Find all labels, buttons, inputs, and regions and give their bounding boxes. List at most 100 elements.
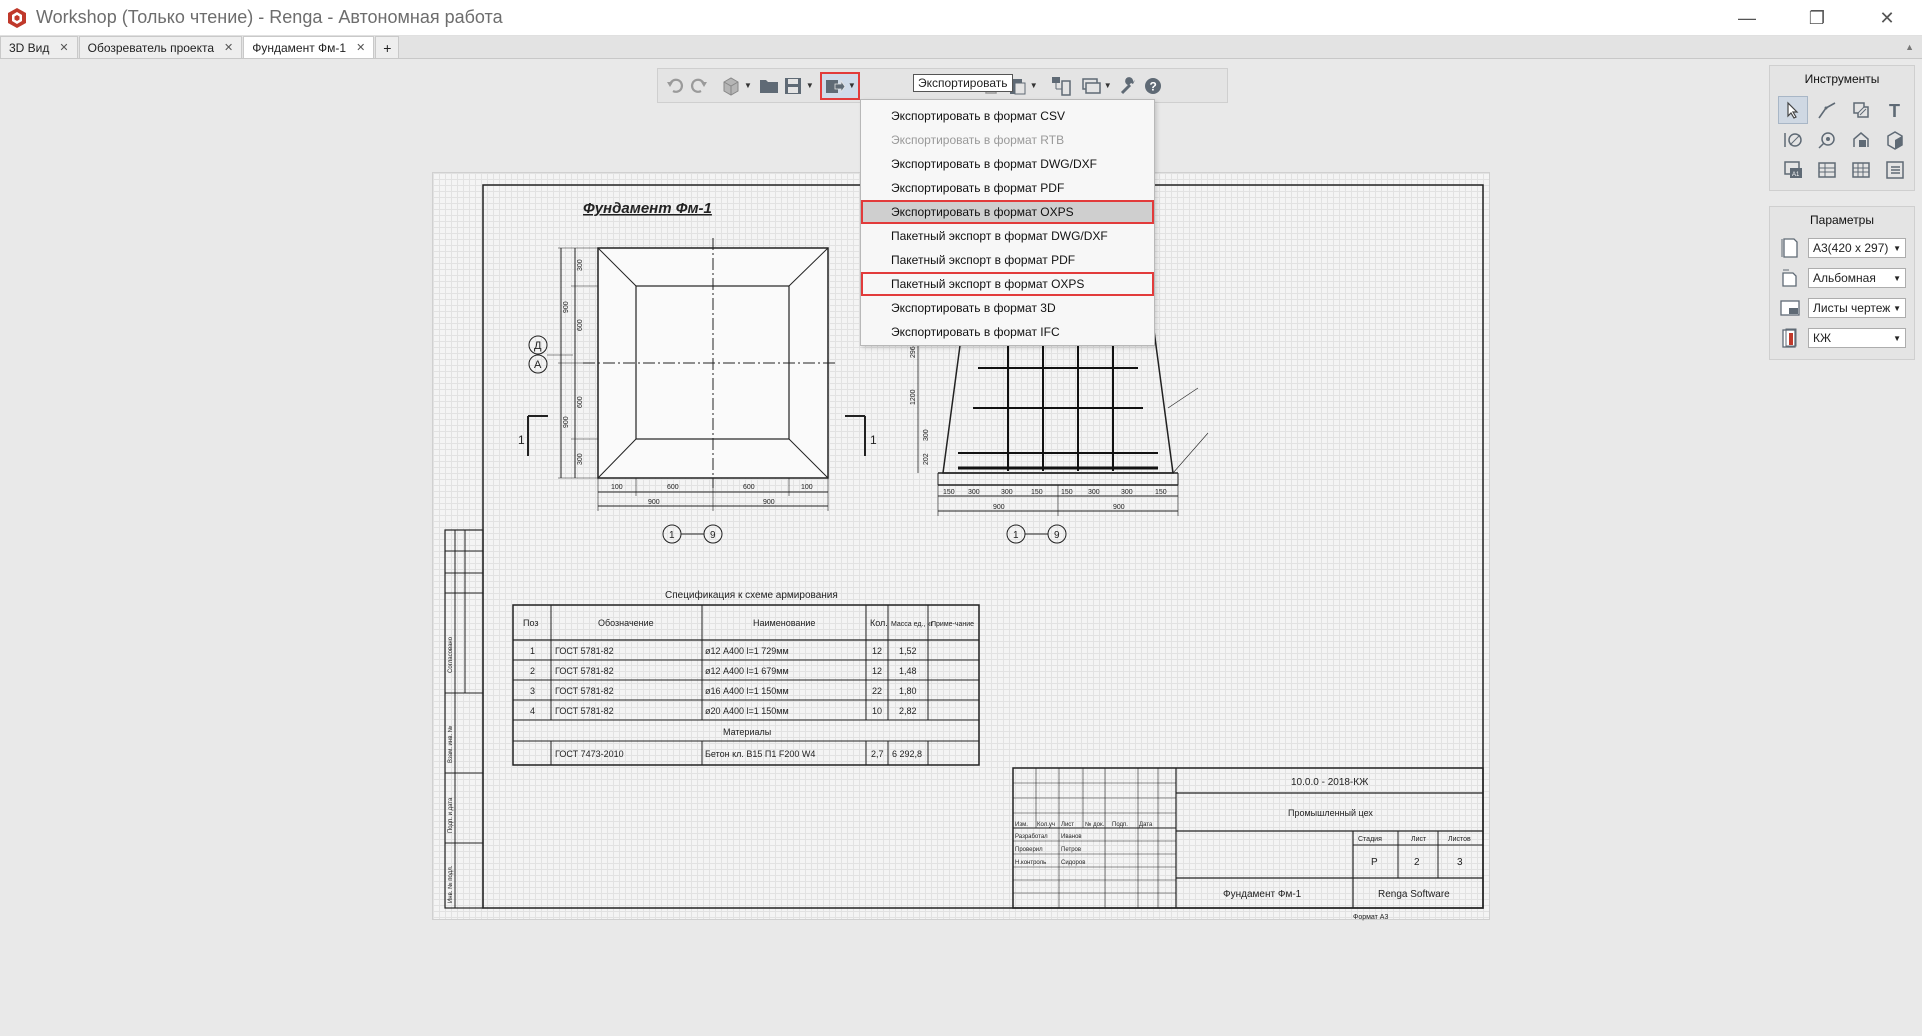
stamp-header: Стадия <box>1358 836 1382 843</box>
dim-label: 100 <box>801 484 813 491</box>
settings-button[interactable] <box>1118 72 1140 100</box>
box-3d-icon <box>1887 131 1903 150</box>
menu-item-export-csv[interactable]: Экспортировать в формат CSV <box>861 104 1154 128</box>
stamp-value: 2 <box>1414 857 1420 868</box>
dim-label: 150 <box>943 489 955 496</box>
orientation-select[interactable]: Альбомная ▼ <box>1808 268 1906 288</box>
param-format: А3(420 x 297) ▼ <box>1770 233 1914 263</box>
strip-label: Согласовано <box>448 636 454 673</box>
sheet-type-icon <box>1778 297 1802 319</box>
bar-range-start: 1 <box>669 530 675 541</box>
view-3d-tool[interactable] <box>1880 126 1910 154</box>
stamp-tool[interactable]: A1 <box>1778 156 1808 184</box>
save-dropdown-icon[interactable]: ▼ <box>806 81 814 90</box>
minimize-button[interactable]: — <box>1712 0 1782 36</box>
svg-text:A1: A1 <box>1792 172 1800 178</box>
tabs-scroll-icon[interactable]: ▲ <box>1905 42 1914 52</box>
hatch-tool[interactable] <box>1846 96 1876 124</box>
menu-item-export-3d[interactable]: Экспортировать в формат 3D <box>861 296 1154 320</box>
stamp-select[interactable]: КЖ ▼ <box>1808 328 1906 348</box>
spec-cell: ГОСТ 5781-82 <box>555 686 614 696</box>
format-select[interactable]: А3(420 x 297) ▼ <box>1808 238 1906 258</box>
views-dropdown-icon[interactable]: ▼ <box>1104 81 1112 90</box>
bar-range-end: 9 <box>710 530 716 541</box>
section-mark-label: 1 <box>870 433 877 447</box>
text-icon: T <box>1889 101 1900 120</box>
spec-cell: ГОСТ 7473-2010 <box>555 749 624 759</box>
tab-close-icon[interactable]: ✕ <box>59 41 68 54</box>
stamp-code: 10.0.0 - 2018-КЖ <box>1291 777 1369 788</box>
leader-tool[interactable] <box>1812 126 1842 154</box>
menu-item-export-dwg[interactable]: Экспортировать в формат DWG/DXF <box>861 152 1154 176</box>
elevation-tool[interactable] <box>1846 126 1876 154</box>
bar-range-end: 9 <box>1054 530 1060 541</box>
export-button[interactable]: ▼ <box>819 71 860 100</box>
stamp-col-label: Лист <box>1061 822 1074 828</box>
chevron-down-icon: ▼ <box>1893 243 1901 253</box>
hatch-icon <box>1853 102 1869 118</box>
list-tool[interactable] <box>1880 156 1910 184</box>
view-dropdown-icon[interactable]: ▼ <box>744 81 752 90</box>
add-tab-button[interactable]: + <box>375 36 400 58</box>
stamp-col-label: № док. <box>1085 821 1105 828</box>
stamp-icon <box>1778 327 1802 349</box>
menu-item-batch-pdf[interactable]: Пакетный экспорт в формат PDF <box>861 248 1154 272</box>
tab-3d-view[interactable]: 3D Вид ✕ <box>0 36 78 58</box>
line-tool[interactable] <box>1812 96 1842 124</box>
close-button[interactable]: ✕ <box>1852 0 1922 36</box>
spec-cell: 6 292,8 <box>892 749 922 759</box>
menu-item-export-ifc[interactable]: Экспортировать в формат IFC <box>861 320 1154 344</box>
tab-close-icon[interactable]: ✕ <box>224 41 233 54</box>
list-icon <box>1886 161 1904 179</box>
undo-button[interactable] <box>664 72 686 100</box>
workspace: Согласовано Взам. инв. № Подп. и дата Ин… <box>0 59 1922 1036</box>
undo-icon <box>667 78 684 93</box>
close-icon: ✕ <box>1879 7 1895 28</box>
document-tabs: 3D Вид ✕ Обозреватель проекта ✕ Фундамен… <box>0 36 1922 59</box>
title-block: Изм. Кол.уч Лист № док. Подп. Дата Разра… <box>1012 767 1484 921</box>
stamp-company: Renga Software <box>1378 889 1450 900</box>
menu-item-export-pdf[interactable]: Экспортировать в формат PDF <box>861 176 1154 200</box>
menu-item-export-rtb[interactable]: Экспортировать в формат RTB <box>861 128 1154 152</box>
select-tool[interactable] <box>1778 96 1808 124</box>
stamp-col-label: Подп. <box>1112 822 1128 828</box>
dim-label: 900 <box>563 301 570 313</box>
menu-item-batch-oxps[interactable]: Пакетный экспорт в формат OXPS <box>861 272 1154 296</box>
stamp-role: Н.контроль <box>1015 860 1046 866</box>
spec-cell: 4 <box>530 706 535 716</box>
tab-close-icon[interactable]: ✕ <box>356 41 365 54</box>
help-button[interactable]: ? <box>1142 72 1164 100</box>
menu-item-batch-dwg[interactable]: Пакетный экспорт в формат DWG/DXF <box>861 224 1154 248</box>
drawing-title: Фундамент Фм-1 <box>583 200 712 217</box>
dimension-tool[interactable] <box>1778 126 1808 154</box>
view-cube-button[interactable] <box>720 72 742 100</box>
dim-label: 202 <box>923 453 930 465</box>
dim-label: 900 <box>763 499 775 506</box>
schedule-tool[interactable] <box>1846 156 1876 184</box>
spec-header: Наименование <box>753 618 815 628</box>
tab-project-explorer[interactable]: Обозреватель проекта ✕ <box>78 36 243 58</box>
spec-cell: 1,52 <box>899 646 917 656</box>
specification-table: Спецификация к схеме армирования Поз Обо… <box>512 589 980 766</box>
paste-dropdown-icon[interactable]: ▼ <box>1030 81 1038 90</box>
menu-item-export-oxps[interactable]: Экспортировать в формат OXPS <box>861 200 1154 224</box>
param-sheet-type: Листы чертеж ▼ <box>1770 293 1914 323</box>
redo-button[interactable] <box>688 72 710 100</box>
text-tool[interactable]: T <box>1880 96 1910 124</box>
foundation-section: 296 1200 300 202 150 300 300 150 150 300… <box>910 322 1209 544</box>
export-icon <box>825 79 846 93</box>
maximize-button[interactable]: ❐ <box>1782 0 1852 36</box>
table-tool[interactable] <box>1812 156 1842 184</box>
dim-label: 300 <box>1001 489 1013 496</box>
bar-range-start: 1 <box>1013 530 1019 541</box>
tab-foundation-drawing[interactable]: Фундамент Фм-1 ✕ <box>243 36 375 58</box>
views-button[interactable] <box>1080 72 1102 100</box>
open-button[interactable] <box>758 72 780 100</box>
table-icon <box>1818 162 1836 178</box>
save-button[interactable] <box>782 72 804 100</box>
sheet-type-select[interactable]: Листы чертеж ▼ <box>1808 298 1906 318</box>
spec-header: Масса ед., кг <box>891 621 933 628</box>
views-icon <box>1081 77 1101 94</box>
spec-cell: 22 <box>872 686 882 696</box>
sheet-layout-button[interactable] <box>1050 72 1072 100</box>
